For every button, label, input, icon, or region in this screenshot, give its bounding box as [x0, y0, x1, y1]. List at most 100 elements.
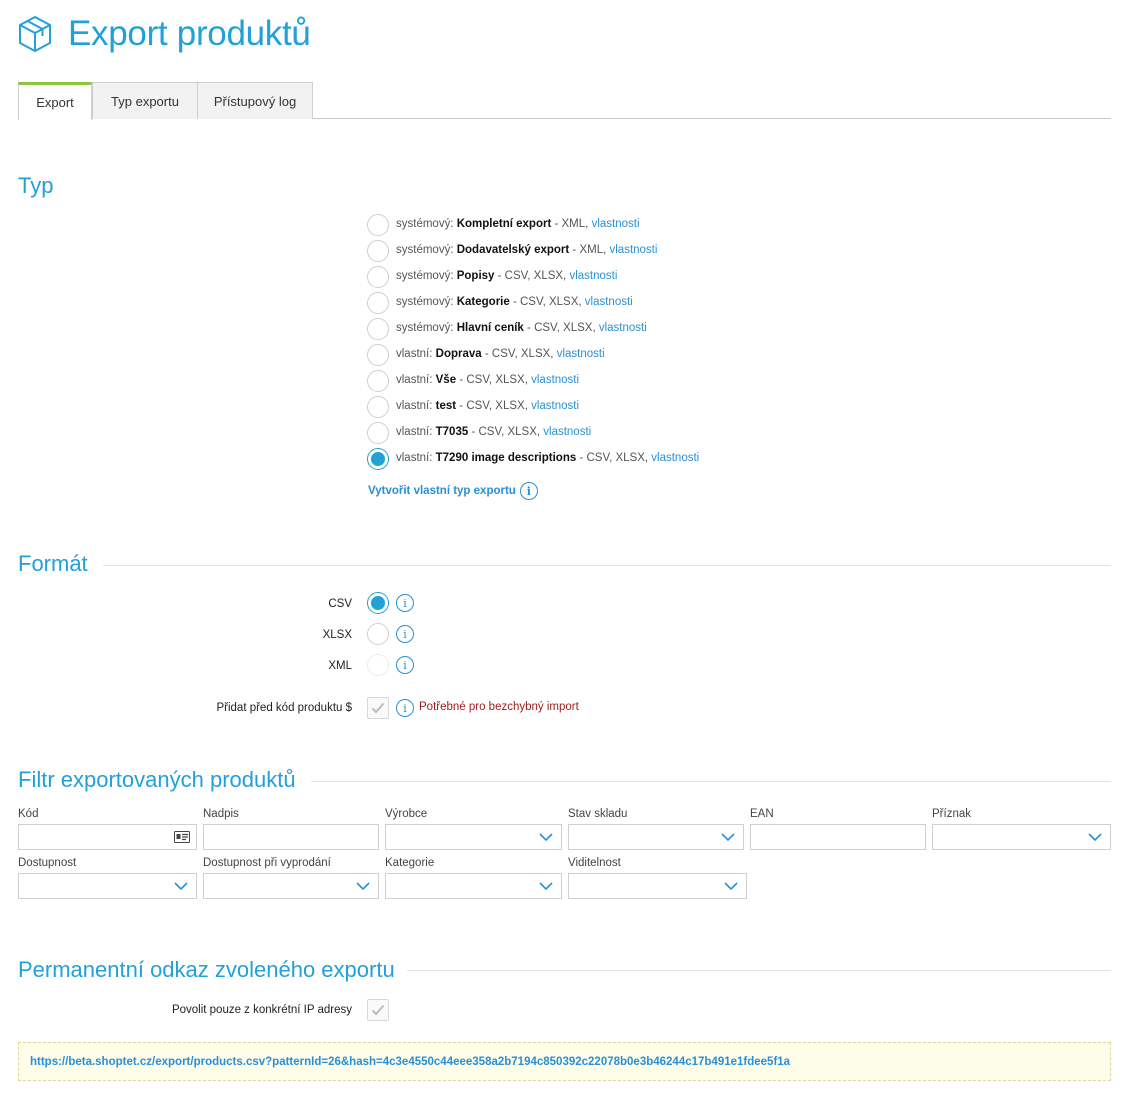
- export-type-option[interactable]: vlastní: test - CSV, XLSX, vlastnosti: [367, 396, 1067, 418]
- export-type-text: vlastní: Doprava - CSV, XLSX, vlastnosti: [396, 348, 605, 360]
- export-type-prefix: systémový:: [396, 296, 454, 308]
- filter-dostupnost-vyprodani-select[interactable]: [203, 873, 379, 899]
- export-type-properties-link[interactable]: vlastnosti: [651, 452, 699, 464]
- export-type-prefix: systémový:: [396, 270, 454, 282]
- filter-vyrobce-select[interactable]: [385, 824, 562, 850]
- create-export-type-label[interactable]: Vytvořit vlastní typ exportu: [368, 485, 516, 497]
- chevron-down-icon: [724, 882, 738, 891]
- export-type-option[interactable]: systémový: Hlavní ceník - CSV, XLSX, vla…: [367, 318, 1067, 340]
- export-type-text: systémový: Kategorie - CSV, XLSX, vlastn…: [396, 296, 633, 308]
- export-type-formats: - CSV, XLSX,: [471, 426, 541, 438]
- filter-dostupnost-select[interactable]: [18, 873, 197, 899]
- export-type-option[interactable]: systémový: Kategorie - CSV, XLSX, vlastn…: [367, 292, 1067, 314]
- tab-pristupovy-log[interactable]: Přístupový log: [197, 82, 313, 119]
- page-title: Export produktů: [68, 14, 311, 53]
- section-divider: [311, 781, 1111, 782]
- format-xml-label: XML: [328, 660, 352, 672]
- export-type-radio[interactable]: [367, 448, 389, 470]
- export-type-radio[interactable]: [367, 370, 389, 392]
- export-type-properties-link[interactable]: vlastnosti: [599, 322, 647, 334]
- id-card-icon[interactable]: [174, 831, 190, 843]
- export-type-option[interactable]: vlastní: T7290 image descriptions - CSV,…: [367, 448, 1067, 470]
- export-type-text: vlastní: Vše - CSV, XLSX, vlastnosti: [396, 374, 579, 386]
- export-type-properties-link[interactable]: vlastnosti: [531, 400, 579, 412]
- page-header: Export produktů: [18, 12, 311, 56]
- create-export-type-link[interactable]: Vytvořit vlastní typ exportu i: [368, 482, 538, 500]
- export-type-properties-link[interactable]: vlastnosti: [531, 374, 579, 386]
- filter-priznak-label: Příznak: [932, 808, 971, 820]
- section-filter-title: Filtr exportovaných produktů: [18, 767, 296, 792]
- export-type-formats: - CSV, XLSX,: [484, 348, 554, 360]
- tab-export[interactable]: Export: [18, 82, 92, 120]
- chevron-down-icon: [721, 833, 735, 842]
- tab-typ-exportu[interactable]: Typ exportu: [92, 82, 198, 119]
- export-type-formats: - CSV, XLSX,: [579, 452, 649, 464]
- filter-viditelnost-select[interactable]: [568, 873, 747, 899]
- export-type-formats: - CSV, XLSX,: [459, 374, 528, 386]
- section-divider: [407, 970, 1111, 971]
- export-type-name: T7035: [435, 426, 469, 438]
- info-icon[interactable]: i: [519, 482, 538, 500]
- filter-nadpis-input[interactable]: [203, 824, 379, 850]
- export-type-radio[interactable]: [367, 422, 389, 444]
- filter-stav-skladu-label: Stav skladu: [568, 808, 628, 820]
- export-type-option[interactable]: systémový: Kompletní export - XML, vlast…: [367, 214, 1067, 236]
- export-type-option[interactable]: vlastní: Doprava - CSV, XLSX, vlastnosti: [367, 344, 1067, 366]
- filter-nadpis-label: Nadpis: [203, 808, 239, 820]
- export-type-prefix: vlastní:: [396, 426, 433, 438]
- prefix-dollar-checkbox[interactable]: [367, 697, 389, 719]
- filter-ean-input[interactable]: [750, 824, 926, 850]
- export-type-option[interactable]: systémový: Dodavatelský export - XML, vl…: [367, 240, 1067, 262]
- filter-viditelnost-label: Viditelnost: [568, 857, 621, 869]
- filter-kod-input[interactable]: [18, 824, 197, 850]
- permalink-box: https://beta.shoptet.cz/export/products.…: [18, 1042, 1111, 1081]
- export-type-name: test: [435, 400, 457, 412]
- export-type-properties-link[interactable]: vlastnosti: [592, 218, 640, 230]
- permalink-url[interactable]: https://beta.shoptet.cz/export/products.…: [30, 1056, 790, 1068]
- filter-ean-label: EAN: [750, 808, 774, 820]
- export-type-name: Vše: [435, 374, 457, 386]
- export-type-radio[interactable]: [367, 344, 389, 366]
- export-type-radio[interactable]: [367, 266, 389, 288]
- filter-kategorie-select[interactable]: [385, 873, 562, 899]
- filter-priznak-select[interactable]: [932, 824, 1111, 850]
- export-type-name: Doprava: [435, 348, 482, 360]
- format-csv-radio[interactable]: [367, 592, 389, 614]
- info-icon[interactable]: i: [396, 625, 414, 643]
- export-type-option[interactable]: vlastní: T7035 - CSV, XLSX, vlastnosti: [367, 422, 1067, 444]
- export-type-properties-link[interactable]: vlastnosti: [543, 426, 591, 438]
- export-type-name: T7290 image descriptions: [435, 452, 577, 464]
- info-icon[interactable]: i: [396, 656, 414, 674]
- section-permalink-title: Permanentní odkaz zvoleného exportu: [18, 957, 395, 982]
- export-type-name: Kategorie: [456, 296, 510, 308]
- export-type-name: Dodavatelský export: [456, 244, 570, 256]
- export-type-properties-link[interactable]: vlastnosti: [557, 348, 605, 360]
- export-type-prefix: vlastní:: [396, 348, 433, 360]
- filter-kategorie-label: Kategorie: [385, 857, 435, 869]
- export-type-radio[interactable]: [367, 292, 389, 314]
- export-type-formats: - XML,: [554, 218, 589, 230]
- filter-stav-skladu-select[interactable]: [568, 824, 744, 850]
- export-type-radio[interactable]: [367, 396, 389, 418]
- info-icon[interactable]: i: [396, 594, 414, 612]
- export-type-radio[interactable]: [367, 318, 389, 340]
- format-xml-radio[interactable]: [367, 654, 389, 676]
- export-type-properties-link[interactable]: vlastnosti: [610, 244, 658, 256]
- filter-dostupnost-vyprodani-label: Dostupnost při vyprodání: [203, 857, 331, 869]
- export-type-prefix: vlastní:: [396, 374, 433, 386]
- export-type-option[interactable]: systémový: Popisy - CSV, XLSX, vlastnost…: [367, 266, 1067, 288]
- info-icon[interactable]: i: [396, 699, 414, 717]
- check-icon: [371, 1004, 385, 1016]
- export-type-text: systémový: Kompletní export - XML, vlast…: [396, 218, 640, 230]
- filter-dostupnost-label: Dostupnost: [18, 857, 77, 869]
- export-type-option[interactable]: vlastní: Vše - CSV, XLSX, vlastnosti: [367, 370, 1067, 392]
- export-type-radio[interactable]: [367, 240, 389, 262]
- format-xlsx-radio[interactable]: [367, 623, 389, 645]
- export-type-properties-link[interactable]: vlastnosti: [569, 270, 617, 282]
- export-type-formats: - CSV, XLSX,: [459, 400, 528, 412]
- export-type-properties-link[interactable]: vlastnosti: [585, 296, 633, 308]
- export-type-prefix: systémový:: [396, 244, 454, 256]
- export-type-radio[interactable]: [367, 214, 389, 236]
- ip-restrict-checkbox[interactable]: [367, 999, 389, 1021]
- chevron-down-icon: [1088, 833, 1102, 842]
